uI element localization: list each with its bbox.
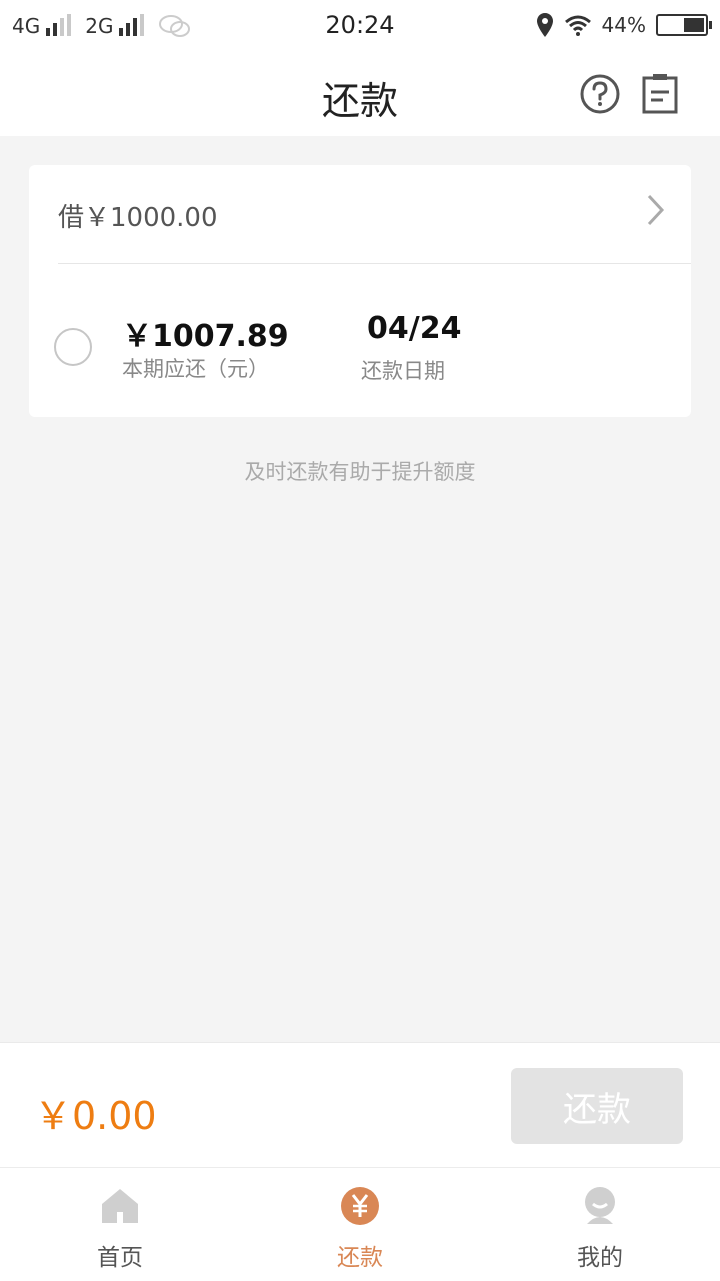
header: 还款 <box>0 52 720 136</box>
tab-profile-label: 我的 <box>577 1245 623 1271</box>
location-icon <box>536 13 553 37</box>
tab-bar: 首页 还款 我的 <box>0 1167 720 1281</box>
due-date: 04/24 <box>367 311 462 346</box>
chevron-right-icon <box>647 194 665 226</box>
installment-radio[interactable] <box>54 328 92 366</box>
loan-detail-row[interactable]: 借￥1000.00 <box>29 165 691 263</box>
tab-repay[interactable]: 还款 <box>240 1168 480 1281</box>
tab-repay-label: 还款 <box>337 1245 383 1271</box>
pay-total: ￥0.00 <box>34 1094 157 1138</box>
battery-percent: 44% <box>601 13 646 37</box>
repay-button[interactable]: 还款 <box>511 1068 683 1144</box>
loan-card: 借￥1000.00 ￥1007.89 本期应还（元） 04/24 还款日期 <box>29 165 691 417</box>
battery-icon <box>656 14 712 36</box>
tab-profile[interactable]: 我的 <box>480 1168 720 1281</box>
profile-icon <box>585 1187 615 1224</box>
help-icon[interactable] <box>578 72 622 116</box>
due-date-label: 还款日期 <box>361 359 445 383</box>
yen-icon <box>341 1187 379 1225</box>
amount-due: ￥1007.89 <box>122 319 289 354</box>
amount-due-label: 本期应还（元） <box>122 357 269 381</box>
wifi-icon <box>564 15 591 36</box>
loan-amount-label: 借￥1000.00 <box>58 203 218 233</box>
status-bar: 4G 2G 20:24 44% <box>0 0 720 52</box>
home-icon <box>102 1189 138 1223</box>
divider <box>58 263 691 264</box>
pay-bar: ￥0.00 还款 <box>0 1042 720 1167</box>
notes-icon[interactable] <box>638 72 682 116</box>
tab-home[interactable]: 首页 <box>0 1168 240 1281</box>
repayment-tip: 及时还款有助于提升额度 <box>244 460 476 484</box>
tab-home-label: 首页 <box>97 1245 143 1271</box>
